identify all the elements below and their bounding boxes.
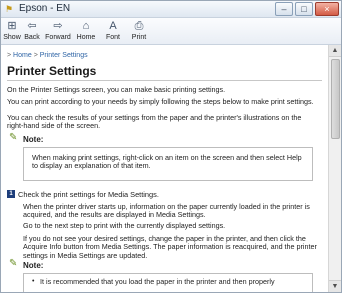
bullet-icon: • [32,278,35,285]
back-button[interactable]: ⇦ Back [23,19,41,43]
show-pane-icon: ⊞ [7,20,17,32]
scroll-up-button[interactable]: ▲ [329,45,341,57]
intro-text-2: You can print according to your needs by… [7,97,314,106]
step-1-heading: Check the print settings for Media Setti… [18,190,159,199]
note-box: • It is recommended that you load the pa… [23,273,313,292]
breadcrumb-current-link[interactable]: Printer Settings [40,52,88,59]
help-content: > Home > Printer Settings Printer Settin… [1,45,329,292]
step-1-acquire-info: If you do not see your desired settings,… [23,234,317,260]
scroll-down-button[interactable]: ▼ [329,280,341,292]
note-title: Note: [23,261,44,270]
intro-text-1: On the Printer Settings screen, you can … [7,85,226,94]
window-controls: – □ × [275,2,339,16]
page-title: Printer Settings [7,64,97,78]
forward-button[interactable]: ⇨ Forward [43,19,73,43]
title-bar: ⚑ Epson - EN – □ × [1,1,341,18]
title-divider [7,80,322,81]
forward-arrow-icon: ⇨ [53,20,63,32]
intro-text-3: You can check the results of your settin… [7,113,302,131]
epson-help-icon: ⚑ [5,4,14,14]
window-title: Epson - EN [19,3,71,14]
note-bullet-text: It is recommended that you load the pape… [40,277,275,286]
font-button[interactable]: A Font [103,19,123,43]
maximize-button[interactable]: □ [295,2,313,16]
vertical-scrollbar[interactable]: ▲ ▼ [328,45,341,292]
note-title: Note: [23,135,44,144]
back-arrow-icon: ⇦ [27,20,37,32]
printer-icon: ⎙ [134,20,144,32]
help-window: ⚑ Epson - EN – □ × ⊞ Show ⇦ Back ⇨ Forwa… [0,0,342,293]
home-icon: ⌂ [82,20,90,32]
close-button[interactable]: × [315,2,339,16]
breadcrumb-home-link[interactable]: Home [13,52,32,59]
breadcrumb: > Home > Printer Settings [7,52,88,59]
print-button[interactable]: ⎙ Print [129,19,149,43]
home-button[interactable]: ⌂ Home [75,19,97,43]
toolbar: ⊞ Show ⇦ Back ⇨ Forward ⌂ Home A Font ⎙ … [1,18,341,45]
step-1-badge: 1 [7,190,15,198]
note-box: When making print settings, right-click … [23,147,313,181]
step-1-next-step: Go to the next step to print with the cu… [23,221,226,230]
step-1-description: When the printer driver starts up, infor… [23,202,310,220]
note-text: When making print settings, right-click … [32,153,302,171]
font-icon: A [109,20,117,32]
minimize-button[interactable]: – [275,2,293,16]
show-button[interactable]: ⊞ Show [3,19,21,43]
scroll-thumb[interactable] [331,59,340,139]
note-pencil-icon: ✎ [9,132,18,143]
note-pencil-icon: ✎ [9,258,18,269]
